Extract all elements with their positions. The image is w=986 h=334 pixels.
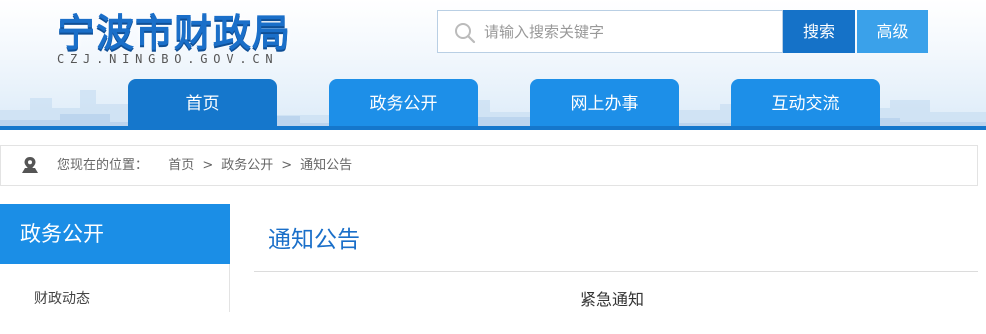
site-header: 宁波市财政局 CZJ.NINGBO.GOV.CN 搜索 高级 首页 政务公开 网… xyxy=(0,0,986,130)
search-input[interactable] xyxy=(484,11,774,52)
search-box xyxy=(437,10,783,53)
nav-tab-government-affairs[interactable]: 政务公开 xyxy=(329,79,478,130)
article-title: 紧急通知 xyxy=(579,290,644,309)
advanced-search-button[interactable]: 高级 xyxy=(857,10,928,53)
location-pin-icon xyxy=(22,157,38,173)
nav-tab-online-services[interactable]: 网上办事 xyxy=(530,79,679,130)
breadcrumb: 您现在的位置： 首页 > 政务公开 > 通知公告 xyxy=(0,145,978,186)
site-domain: CZJ.NINGBO.GOV.CN xyxy=(57,52,279,66)
breadcrumb-separator: > xyxy=(202,158,214,173)
search-button[interactable]: 搜索 xyxy=(783,10,855,53)
section-title: 通知公告 xyxy=(268,227,360,253)
sidebar-title: 政务公开 xyxy=(0,204,230,264)
sidebar-item-finance-news[interactable]: 财政动态 xyxy=(0,264,230,312)
nav-underline xyxy=(0,126,986,130)
section-divider xyxy=(254,271,978,272)
breadcrumb-link-notices[interactable]: 通知公告 xyxy=(300,158,352,173)
nav-tab-home[interactable]: 首页 xyxy=(128,79,277,130)
breadcrumb-separator: > xyxy=(281,158,293,173)
breadcrumb-link-home[interactable]: 首页 xyxy=(168,158,194,173)
search-icon xyxy=(455,23,476,44)
breadcrumb-link-government-affairs[interactable]: 政务公开 xyxy=(221,158,273,173)
nav-tab-interaction[interactable]: 互动交流 xyxy=(731,79,880,130)
breadcrumb-prefix: 您现在的位置： xyxy=(57,158,149,173)
site-logo-title[interactable]: 宁波市财政局 xyxy=(57,2,291,57)
